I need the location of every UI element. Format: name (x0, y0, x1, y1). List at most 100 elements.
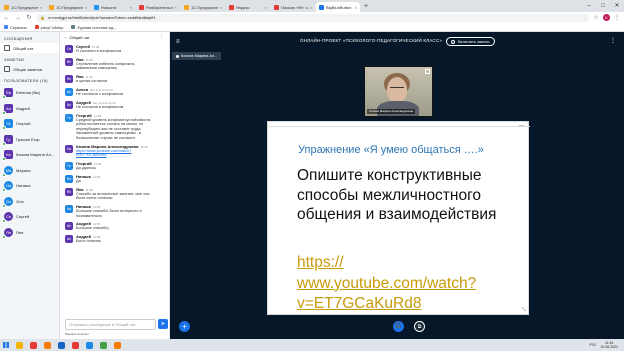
profile-avatar[interactable]: K (603, 14, 610, 21)
reload-icon[interactable]: ↻ (25, 14, 33, 21)
taskbar-app-icon[interactable] (12, 339, 26, 351)
address-bar: ← → ↻ 🔒 vr.mordgpi.ru/html5client/join?s… (0, 12, 624, 23)
window-controls: – □ ✕ (582, 0, 624, 12)
message-body: Георгий 11:48 Да удалось (76, 161, 166, 171)
avatar-initials: Ге (6, 121, 11, 127)
message-link[interactable]: v=ET7GCaKuRd8 (76, 153, 166, 158)
hamburger-menu-icon[interactable]: ≡ (176, 39, 183, 45)
resize-icon[interactable]: ⤡ (522, 307, 526, 313)
headphones-icon[interactable]: 🎧 (393, 321, 404, 332)
meeting-title: ОНЛАЙН-ПРОЕКТ «ПСИХОЛОГО-ПЕДАГОГИЧЕСКИЙ … (300, 38, 443, 43)
avatar: Ян (65, 75, 73, 84)
close-tab-icon[interactable]: × (175, 5, 177, 10)
taskbar-app-icon[interactable] (68, 339, 82, 351)
presenter-pill[interactable]: Кочина Марина Ал... (172, 52, 222, 60)
avatar-initials: На (5, 183, 12, 189)
taskbar-app-icon[interactable] (26, 339, 40, 351)
back-icon[interactable]: ← (3, 15, 11, 21)
close-tab-icon[interactable]: × (85, 5, 87, 10)
avatar-initials: Ан (6, 105, 11, 111)
user-list-item[interactable]: Ев Евгения (Вы) (0, 85, 59, 101)
screen-share-icon[interactable]: ⧉ (414, 321, 425, 332)
browser-tab[interactable]: 1С:Предприятие× (1, 2, 45, 12)
presenter-dot-icon (176, 54, 179, 58)
taskbar-app-icon[interactable] (96, 339, 110, 351)
avatar-initials: Гр (6, 136, 11, 142)
bookmark-item[interactable]: Единая система ид... (71, 25, 117, 30)
user-name: Георгий (16, 121, 31, 127)
public-chat-item[interactable]: Общий чат (0, 43, 59, 53)
close-tab-icon[interactable]: × (40, 5, 42, 10)
avatar: Ан (65, 222, 73, 231)
close-tab-icon[interactable]: × (355, 5, 357, 10)
taskbar-app-icon[interactable] (54, 339, 68, 351)
user-list-item[interactable]: Ан Андрей (0, 101, 59, 117)
avatar: Ма (2, 165, 13, 177)
user-name: Яна (16, 229, 24, 235)
close-tab-icon[interactable]: × (265, 5, 267, 10)
user-list-item[interactable]: Ол Оля (0, 194, 59, 210)
user-list-item[interactable]: Ма Марина (0, 163, 59, 179)
taskbar-app-icon[interactable] (110, 339, 124, 351)
actions-plus-button[interactable]: + (179, 321, 190, 332)
user-name: Сергей (16, 214, 30, 220)
user-list-item[interactable]: Се Сергей (0, 209, 59, 225)
presenter-name: Кочина Марина Ал... (181, 54, 218, 58)
taskbar-app-icon[interactable] (40, 339, 54, 351)
bookmark-item[interactable]: Сервисы (4, 25, 27, 30)
typing-indicator: Марина печатает (65, 332, 90, 336)
close-tab-icon[interactable]: × (130, 5, 132, 10)
avatar: Ан (65, 235, 73, 244)
slide-link[interactable]: https:// www.youtube.com/watch?v=ET7GCaK… (297, 253, 525, 315)
browser-tab[interactable]: BigBlueButton - Онл...× (316, 2, 360, 12)
user-list-item[interactable]: Ка Качина Марина Ал... (0, 147, 59, 163)
browser-tab[interactable]: Разбирательство, поиск× (136, 2, 180, 12)
user-list-item[interactable]: Ян Яна (0, 225, 59, 241)
microphone-icon (2, 172, 6, 177)
message-body: Наташа 11:48 Да (76, 174, 166, 184)
close-icon[interactable]: ✕ (610, 0, 624, 12)
chat-title: Общий чат (69, 34, 90, 40)
user-list-item[interactable]: Гр Гришин Егор (0, 132, 59, 148)
bookmark-item[interactable]: pdoyf Infolep (34, 25, 63, 30)
forward-icon[interactable]: → (14, 15, 22, 21)
start-button[interactable] (0, 339, 12, 351)
star-icon[interactable]: ☆ (592, 14, 600, 21)
webcam-video[interactable]: Кочина Марина Александровна (364, 66, 433, 117)
webcam-person-glasses (390, 87, 404, 90)
collapse-chat-icon[interactable]: ‹ (65, 35, 66, 40)
fullscreen-icon[interactable] (425, 69, 430, 74)
shared-notes-item[interactable]: Общие заметки (0, 64, 59, 74)
url-input[interactable]: 🔒 vr.mordgpi.ru/html5client/join?session… (36, 13, 589, 22)
taskbar-app-icon[interactable] (82, 339, 96, 351)
user-name: Андрей (16, 105, 30, 111)
avatar: Ан (65, 100, 73, 109)
clock[interactable]: 11:51 10.06.2021 (600, 341, 618, 349)
browser-tab[interactable]: 1С:Предприятие× (46, 2, 90, 12)
keyboard-language[interactable]: РУС (589, 343, 596, 347)
tab-favicon-icon (184, 4, 189, 10)
user-list-item[interactable]: Ге Георгий (0, 116, 59, 132)
record-button[interactable]: Включить запись (446, 37, 495, 46)
options-icon[interactable]: ⋮ (610, 37, 616, 44)
new-tab-icon[interactable]: + (361, 2, 371, 12)
app-icon (43, 341, 51, 349)
minimize-presentation-icon[interactable]: — (519, 123, 524, 129)
minimize-icon[interactable]: – (582, 0, 596, 12)
maximize-icon[interactable]: □ (596, 0, 610, 12)
chat-messages[interactable]: Се Сергей 11:29 Я согласен в конфликтом Ян Ян… (60, 44, 170, 319)
chat-options-icon[interactable]: ⋮ (159, 34, 164, 40)
browser-tab[interactable]: Письмо «Re: занятие Стр...× (271, 2, 315, 12)
browser-tab[interactable]: Яндекс × (226, 2, 270, 12)
close-tab-icon[interactable]: × (220, 5, 222, 10)
menu-icon[interactable]: ⋮ (613, 14, 621, 21)
close-tab-icon[interactable]: × (310, 5, 312, 10)
browser-tab[interactable]: Новости × (91, 2, 135, 12)
user-list-item[interactable]: На Наташа (0, 178, 59, 194)
send-icon[interactable]: ➤ (158, 319, 168, 329)
chat-message-input[interactable]: Отправить сообщение в Общий чат (65, 319, 156, 330)
chat-message: Ан Андрей Нет в сети 11:34 Не согласна в ко… (60, 100, 170, 110)
browser-tab[interactable]: 1С:Предприятие× (181, 2, 225, 12)
message-time: 11:45 (140, 144, 148, 149)
chat-message: Ге Георгий 11:38 Средний уровень конфликтоу… (60, 113, 170, 141)
